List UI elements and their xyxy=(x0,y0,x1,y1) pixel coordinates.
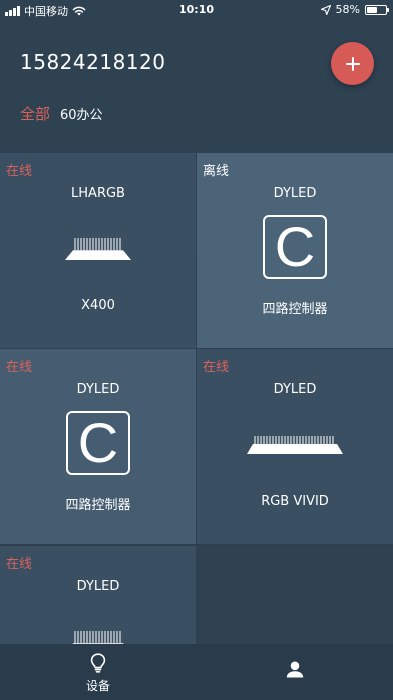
device-list-screen: 中国移动 10:10 58% 15824218120 全部 60办公 在线 LH… xyxy=(0,0,393,700)
device-status: 在线 xyxy=(203,360,230,375)
device-model: RGB VIVID xyxy=(261,494,329,509)
device-card[interactable]: 在线 DYLED C 四路控制器 xyxy=(0,349,196,544)
controller-c-letter: C xyxy=(263,215,327,279)
device-status: 在线 xyxy=(6,360,33,375)
plus-icon-vertical xyxy=(351,56,354,71)
battery-icon xyxy=(365,4,389,15)
led-strip-icon xyxy=(197,435,393,455)
battery-level xyxy=(367,6,377,13)
location-icon xyxy=(320,4,331,15)
device-model: 四路控制器 xyxy=(262,302,328,317)
battery-percent: 58% xyxy=(335,3,360,16)
led-strip-icon xyxy=(0,237,196,261)
controller-c-icon: C xyxy=(0,411,196,475)
controller-c-icon: C xyxy=(197,215,393,279)
device-status: 在线 xyxy=(6,164,33,179)
device-status: 在线 xyxy=(6,557,33,572)
device-card[interactable]: 在线 DYLED xyxy=(0,546,196,644)
device-brand: DYLED xyxy=(76,579,120,594)
account-phone-number: 15824218120 xyxy=(20,50,166,74)
bottom-tab-bar: 设备 xyxy=(0,644,393,700)
person-icon xyxy=(197,661,393,678)
tab-devices[interactable]: 设备 xyxy=(0,644,196,700)
add-device-button[interactable] xyxy=(331,42,374,85)
device-model: X400 xyxy=(81,298,115,313)
device-card[interactable]: 在线 DYLED RGB VIVID xyxy=(197,349,393,544)
led-strip-icon xyxy=(0,630,196,644)
filter-all-tab[interactable]: 全部 xyxy=(20,103,50,124)
tab-devices-label: 设备 xyxy=(85,679,110,693)
device-brand: LHARGB xyxy=(71,186,125,201)
lightbulb-icon xyxy=(0,653,196,673)
status-right: 58% xyxy=(320,3,389,16)
empty-grid-cell xyxy=(197,546,393,644)
controller-c-letter: C xyxy=(66,411,130,475)
tab-profile[interactable] xyxy=(197,644,393,700)
device-brand: DYLED xyxy=(273,382,317,397)
device-model: 四路控制器 xyxy=(65,498,131,513)
status-bar: 中国移动 10:10 58% xyxy=(0,0,393,20)
device-brand: DYLED xyxy=(76,382,120,397)
device-card[interactable]: 在线 LHARGB X400 xyxy=(0,153,196,348)
device-card[interactable]: 离线 DYLED C 四路控制器 xyxy=(197,153,393,348)
device-brand: DYLED xyxy=(273,186,317,201)
filter-group-tab[interactable]: 60办公 xyxy=(60,104,103,123)
device-status: 离线 xyxy=(203,164,230,179)
group-filter: 全部 60办公 xyxy=(20,103,103,124)
